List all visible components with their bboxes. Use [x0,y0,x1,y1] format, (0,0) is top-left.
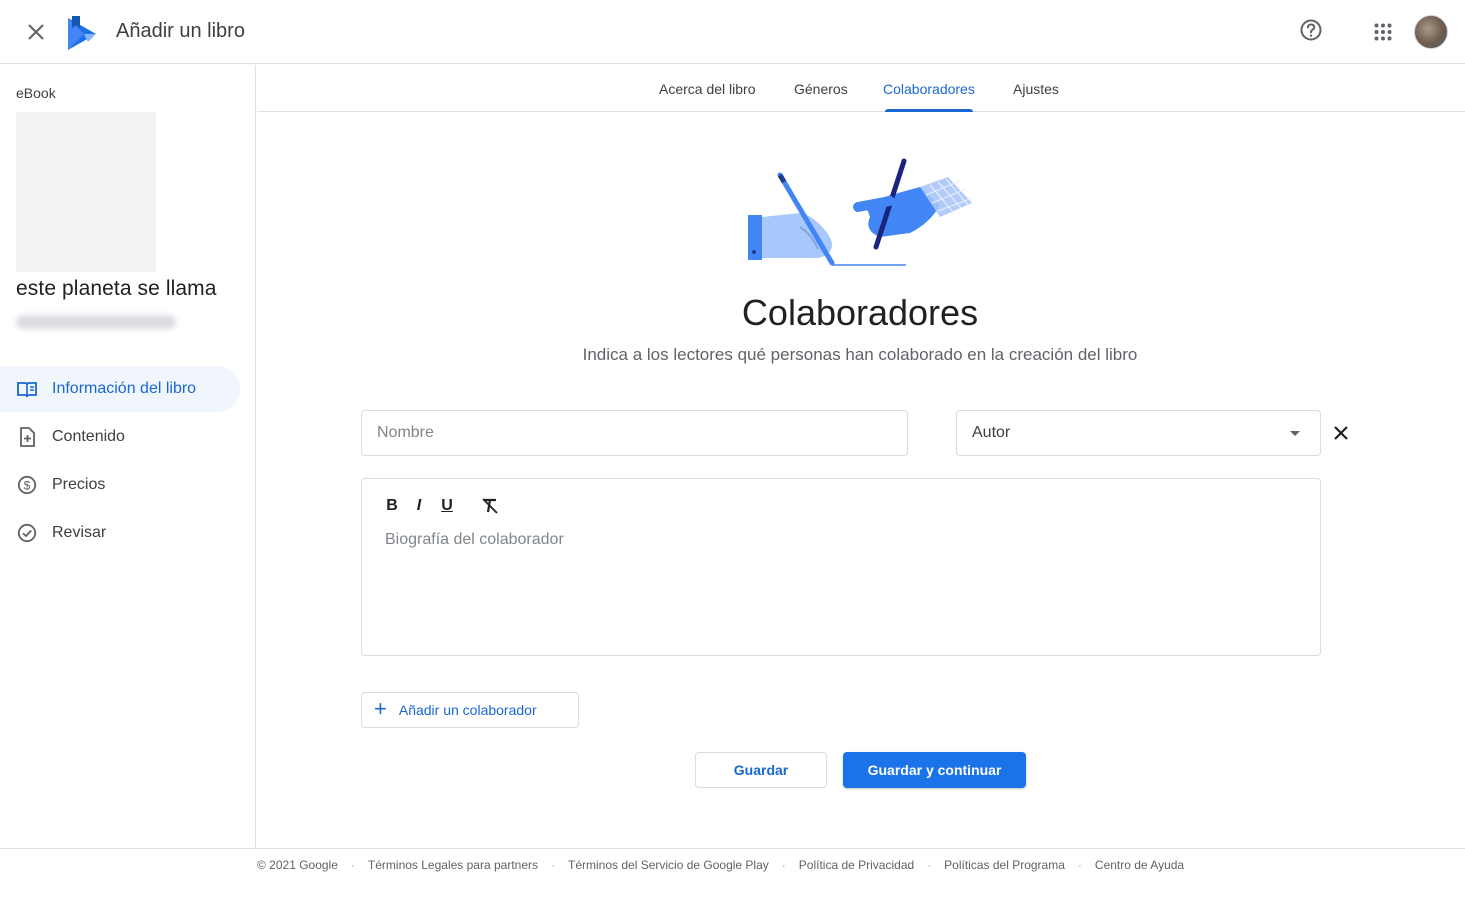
sidebar-item-prices[interactable]: $ Precios [0,462,240,508]
footer-link-help-center[interactable]: Centro de Ayuda [1095,858,1184,872]
role-selected-value: Autor [972,424,1011,441]
collaborator-name-input[interactable] [361,410,908,456]
account-avatar[interactable] [1414,15,1448,49]
footer-link-partner-terms[interactable]: Términos Legales para partners [368,858,538,872]
collaborators-illustration [748,158,972,266]
add-collaborator-button[interactable]: + Añadir un colaborador [361,692,579,728]
book-author-blurred [16,315,176,329]
close-icon [1334,426,1348,440]
help-icon [1300,19,1322,41]
sidebar-item-book-info[interactable]: Información del libro [0,366,240,412]
svg-text:$: $ [24,479,31,493]
footer-separator: · [350,858,355,872]
page-heading: Colaboradores [741,292,979,333]
underline-button[interactable]: U [436,495,458,517]
book-title: este planeta se llama [16,277,217,300]
remove-collaborator-button[interactable] [1329,421,1353,445]
check-circle-icon [16,522,38,544]
footer-separator: · [781,858,786,872]
footer-separator: · [551,858,555,872]
sidebar-item-review[interactable]: Revisar [0,510,240,556]
tab-about-book[interactable]: Acerca del libro [659,65,756,112]
sidebar-item-label: Revisar [52,524,107,541]
book-open-icon [16,378,38,400]
footer-link-play-terms[interactable]: Términos del Servicio de Google Play [568,858,769,872]
tab-bar: Acerca del libro Géneros Colaboradores A… [257,65,1465,112]
clear-format-icon [482,498,498,514]
page-subtitle: Indica a los lectores qué personas han c… [582,345,1138,364]
footer-links: © 2021 Google · Términos Legales para pa… [257,858,1184,872]
bold-button[interactable]: B [381,495,403,517]
bold-icon: B [386,497,398,514]
play-books-logo [68,16,96,50]
tab-genres[interactable]: Géneros [794,65,848,112]
sidebar-item-label: Contenido [52,428,125,445]
collaborator-role-select[interactable]: Autor [956,410,1321,456]
add-collaborator-label: Añadir un colaborador [398,702,537,718]
sidebar-item-label: Información del libro [52,380,197,397]
app-title: Añadir un libro [116,20,245,42]
footer-separator: · [927,858,932,872]
save-button[interactable]: Guardar [695,752,827,788]
help-button[interactable] [1297,16,1325,44]
caret-down-icon [1290,431,1300,436]
bio-editor[interactable]: B I U Biografía del colaborador [361,478,1321,656]
close-button[interactable] [22,18,50,46]
top-app-bar: Añadir un libro [0,0,1465,64]
book-format-label: eBook [16,85,56,101]
footer: © 2021 Google · Términos Legales para pa… [0,848,1465,924]
sidebar: eBook este planeta se llama Información … [0,65,256,849]
tab-settings[interactable]: Ajustes [1013,65,1059,112]
dollar-circle-icon: $ [16,474,38,496]
footer-separator: · [1077,858,1082,872]
save-and-continue-button[interactable]: Guardar y continuar [843,752,1026,788]
plus-icon: + [374,696,387,721]
italic-icon: I [416,497,422,514]
underline-icon: U [441,497,453,514]
clear-format-button[interactable] [479,495,501,517]
close-icon [28,24,44,40]
tab-collaborators[interactable]: Colaboradores [883,65,975,112]
file-add-icon [16,426,38,448]
bio-placeholder[interactable]: Biografía del colaborador [385,531,564,549]
footer-copyright: © 2021 Google [257,858,338,872]
apps-button[interactable] [1369,18,1397,46]
footer-link-program-policies[interactable]: Políticas del Programa [944,858,1065,872]
footer-link-privacy[interactable]: Política de Privacidad [799,858,914,872]
book-cover-placeholder [16,112,156,272]
italic-button[interactable]: I [408,495,430,517]
apps-grid-icon [1374,23,1392,41]
sidebar-item-label: Precios [52,476,106,493]
sidebar-item-content[interactable]: Contenido [0,414,240,460]
